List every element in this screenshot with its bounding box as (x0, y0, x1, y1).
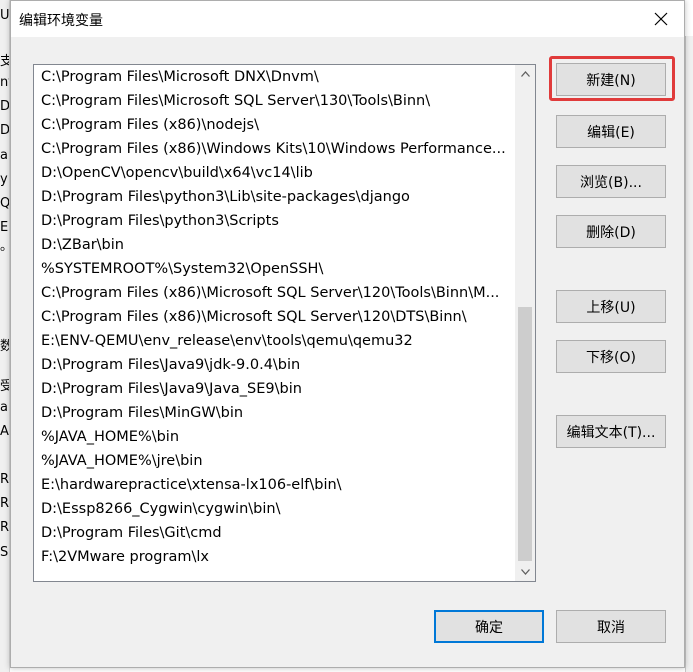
path-list-item[interactable]: C:\Program Files (x86)\Microsoft SQL Ser… (34, 305, 514, 329)
edit-button[interactable]: 编辑(E) (556, 115, 666, 148)
move-up-button[interactable]: 上移(U) (556, 290, 666, 323)
path-list-item[interactable]: E:\hardwarepractice\xtensa-lx106-elf\bin… (34, 473, 514, 497)
scroll-up-button[interactable] (515, 65, 535, 83)
vertical-scrollbar[interactable] (515, 65, 535, 581)
background-text-fragment: nt (0, 75, 9, 90)
background-text-fragment: S (0, 545, 9, 560)
path-list-item[interactable]: D:\Program Files\python3\Lib\site-packag… (34, 185, 514, 209)
close-icon (654, 12, 668, 26)
background-text-fragment: 。 (0, 235, 9, 254)
path-list-item[interactable]: D:\Program Files\Git\cmd (34, 521, 514, 545)
path-list-item[interactable]: F:\2VMware program\lx (34, 545, 514, 569)
background-text-fragment: Dr (0, 123, 10, 138)
background-text-fragment: U (0, 8, 10, 23)
path-list[interactable]: C:\Program Files\Microsoft DNX\Dnvm\ C:\P… (33, 64, 536, 582)
new-button[interactable]: 新建(N) (556, 63, 666, 96)
close-button[interactable] (638, 1, 684, 37)
browse-button[interactable]: 浏览(B)... (556, 165, 666, 198)
path-list-item[interactable]: D:\OpenCV\opencv\build\x64\vc14\lib (34, 161, 514, 185)
chevron-down-icon (520, 569, 530, 575)
path-list-item[interactable]: %JAVA_HOME%\bin (34, 425, 514, 449)
background-text-fragment: 支 (0, 50, 9, 69)
background-text-fragment: a (0, 148, 8, 163)
ok-button[interactable]: 确定 (434, 610, 544, 643)
path-list-item[interactable]: C:\Program Files\Microsoft DNX\Dnvm\ (34, 65, 514, 89)
path-list-items: C:\Program Files\Microsoft DNX\Dnvm\ C:\P… (34, 65, 514, 569)
path-list-item[interactable]: C:\Program Files (x86)\Windows Kits\10\W… (34, 137, 514, 161)
title-bar: 编辑环境变量 (11, 1, 684, 37)
move-down-button[interactable]: 下移(O) (556, 340, 666, 373)
path-list-item[interactable]: D:\Program Files\python3\Scripts (34, 209, 514, 233)
background-text-fragment: QT (0, 196, 10, 211)
path-list-item[interactable]: %JAVA_HOME%\jre\bin (34, 449, 514, 473)
path-list-item[interactable]: C:\Program Files (x86)\Microsoft SQL Ser… (34, 281, 514, 305)
path-list-item[interactable]: E:\ENV-QEMU\env_release\env\tools\qemu\q… (34, 329, 514, 353)
edit-environment-variable-dialog: 编辑环境变量 C:\Program Files\Microsoft DNX\Dn… (10, 0, 685, 668)
path-list-item[interactable]: C:\Program Files\Microsoft SQL Server\13… (34, 89, 514, 113)
background-text-fragment: A (0, 424, 9, 439)
cancel-button[interactable]: 取消 (556, 610, 666, 643)
path-list-item[interactable]: C:\Program Files (x86)\nodejs\ (34, 113, 514, 137)
background-text-fragment: R (0, 520, 10, 535)
background-text-fragment: R (0, 472, 10, 487)
path-list-item[interactable]: D:\ZBar\bin (34, 233, 514, 257)
edit-text-button[interactable]: 编辑文本(T)... (556, 415, 666, 448)
scroll-down-button[interactable] (515, 563, 535, 581)
background-text-fragment: 受 (0, 375, 9, 394)
path-list-item[interactable]: D:\Program Files\Java9\jdk-9.0.4\bin (34, 353, 514, 377)
path-list-item[interactable]: %SYSTEMROOT%\System32\OpenSSH\ (34, 257, 514, 281)
chevron-up-icon (520, 71, 530, 77)
background-text-fragment: Dr (0, 99, 10, 114)
dialog-title: 编辑环境变量 (19, 13, 103, 29)
path-list-item[interactable]: D:\Essp8266_Cygwin\cygwin\bin\ (34, 497, 514, 521)
background-text-fragment: a (0, 400, 8, 415)
background-text-fragment: R (0, 496, 10, 511)
path-list-item[interactable]: D:\Program Files\Java9\Java_SE9\bin (34, 377, 514, 401)
path-list-item[interactable]: D:\Program Files\MinGW\bin (34, 401, 514, 425)
background-text-fragment: E (0, 220, 9, 235)
delete-button[interactable]: 删除(D) (556, 215, 666, 248)
background-window-right (685, 36, 693, 672)
background-text-fragment: y (0, 172, 8, 187)
background-text-fragment: 数 (0, 335, 9, 354)
background-window: U 支 nt Dr Dr a y QT E 。 数 受 a A R R R S (0, 0, 10, 672)
scroll-thumb[interactable] (518, 307, 532, 561)
